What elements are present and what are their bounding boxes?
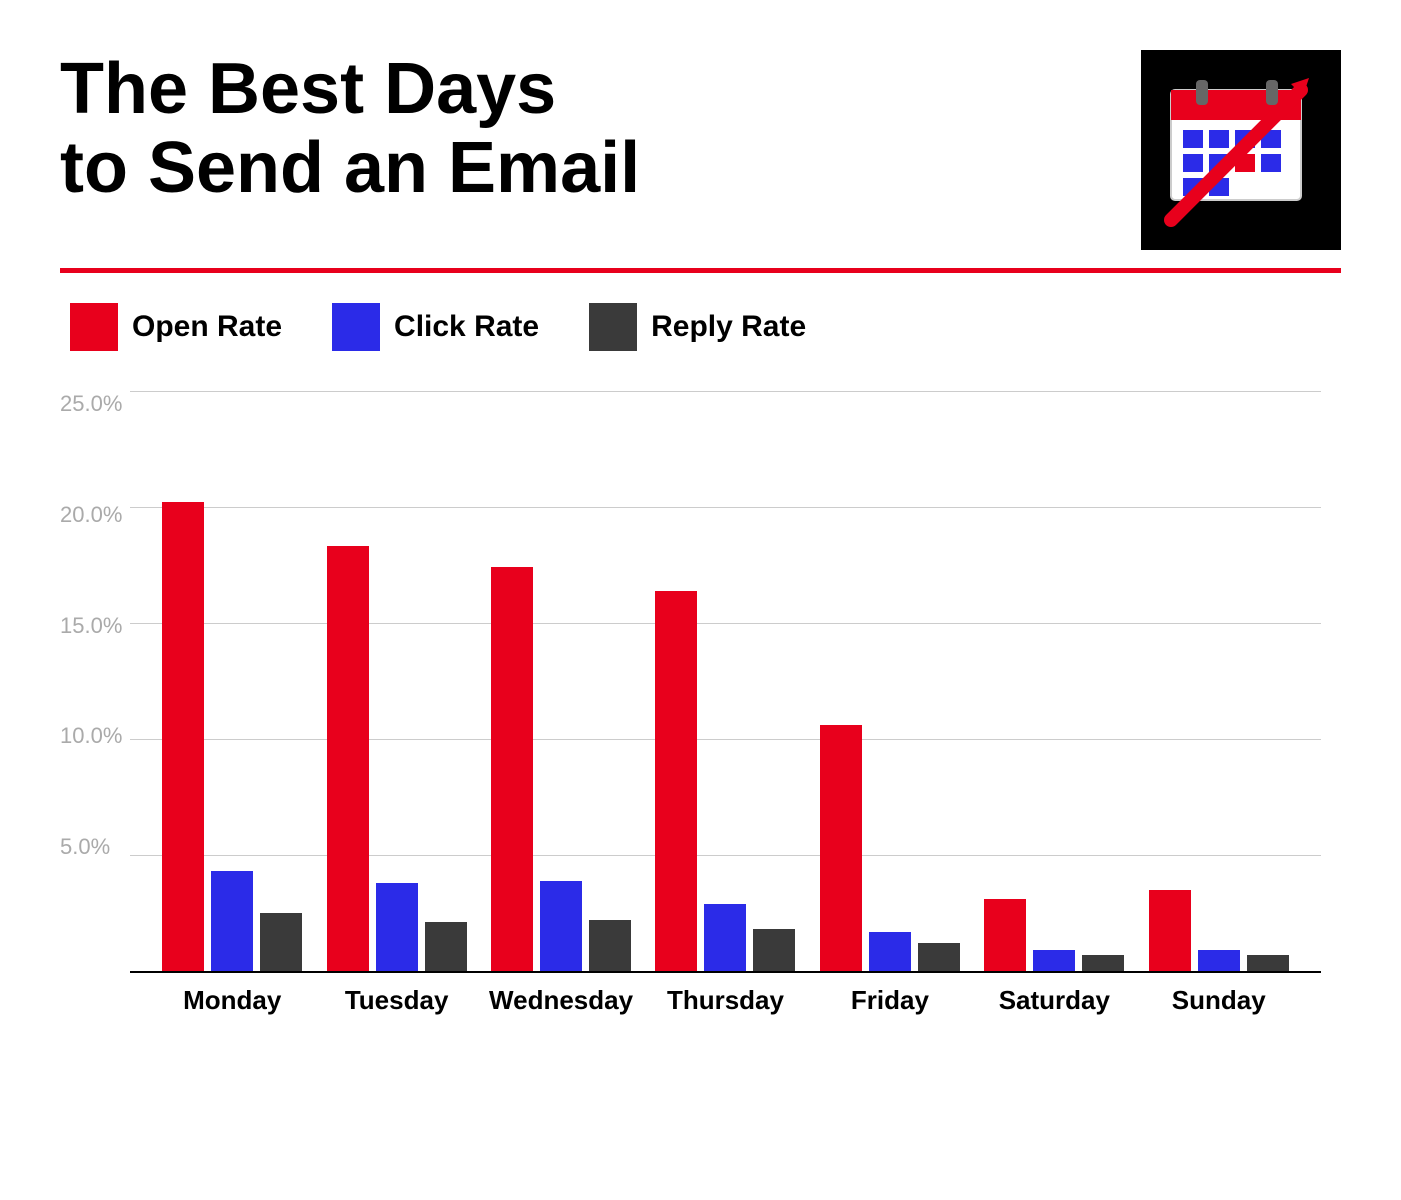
bar-click-sunday <box>1198 950 1240 971</box>
x-label-sunday: Sunday <box>1137 985 1301 1016</box>
bar-open-tuesday <box>327 546 369 971</box>
bar-click-friday <box>869 932 911 971</box>
x-label-thursday: Thursday <box>643 985 807 1016</box>
red-divider <box>60 268 1341 273</box>
legend-reply-rate: Reply Rate <box>589 303 806 351</box>
bars-container <box>130 391 1321 971</box>
legend-open-rate-box <box>70 303 118 351</box>
page-title: The Best Days to Send an Email <box>60 50 640 208</box>
title-line1: The Best Days <box>60 49 556 129</box>
x-axis-line <box>130 971 1321 973</box>
bar-reply-thursday <box>753 929 795 971</box>
bar-reply-tuesday <box>425 922 467 971</box>
legend-click-rate-box <box>332 303 380 351</box>
day-group-tuesday <box>327 546 467 971</box>
legend-click-rate-label: Click Rate <box>394 310 539 344</box>
x-label-saturday: Saturday <box>972 985 1136 1016</box>
x-label-friday: Friday <box>808 985 972 1016</box>
bar-open-monday <box>162 502 204 971</box>
bar-open-sunday <box>1149 890 1191 971</box>
legend: Open Rate Click Rate Reply Rate <box>70 303 1341 351</box>
title-line2: to Send an Email <box>60 128 640 208</box>
y-label-25: 25.0% <box>60 391 122 417</box>
day-group-friday <box>820 725 960 971</box>
legend-reply-rate-label: Reply Rate <box>651 310 806 344</box>
day-group-wednesday <box>491 567 631 971</box>
bar-reply-monday <box>260 913 302 971</box>
y-label-15: 15.0% <box>60 613 122 639</box>
page-container: The Best Days to Send an Email <box>0 0 1401 1200</box>
legend-open-rate: Open Rate <box>70 303 282 351</box>
day-group-sunday <box>1149 890 1289 971</box>
bar-open-saturday <box>984 899 1026 971</box>
legend-reply-rate-box <box>589 303 637 351</box>
bar-reply-sunday <box>1247 955 1289 971</box>
y-label-20: 20.0% <box>60 502 122 528</box>
bar-click-monday <box>211 871 253 971</box>
y-label-10: 10.0% <box>60 723 122 749</box>
x-axis-labels: MondayTuesdayWednesdayThursdayFridaySatu… <box>130 985 1321 1016</box>
day-group-thursday <box>655 591 795 971</box>
calendar-icon <box>1141 50 1341 250</box>
bar-click-wednesday <box>540 881 582 971</box>
bar-reply-wednesday <box>589 920 631 971</box>
x-label-wednesday: Wednesday <box>479 985 643 1016</box>
y-label-5: 5.0% <box>60 834 122 860</box>
bar-reply-friday <box>918 943 960 971</box>
x-label-tuesday: Tuesday <box>314 985 478 1016</box>
day-group-monday <box>162 502 302 971</box>
bar-open-wednesday <box>491 567 533 971</box>
header: The Best Days to Send an Email <box>60 50 1341 250</box>
bar-click-thursday <box>704 904 746 971</box>
x-label-monday: Monday <box>150 985 314 1016</box>
legend-click-rate: Click Rate <box>332 303 539 351</box>
bar-click-saturday <box>1033 950 1075 971</box>
bar-open-thursday <box>655 591 697 971</box>
bar-reply-saturday <box>1082 955 1124 971</box>
legend-open-rate-label: Open Rate <box>132 310 282 344</box>
bar-open-friday <box>820 725 862 971</box>
bar-click-tuesday <box>376 883 418 971</box>
day-group-saturday <box>984 899 1124 971</box>
